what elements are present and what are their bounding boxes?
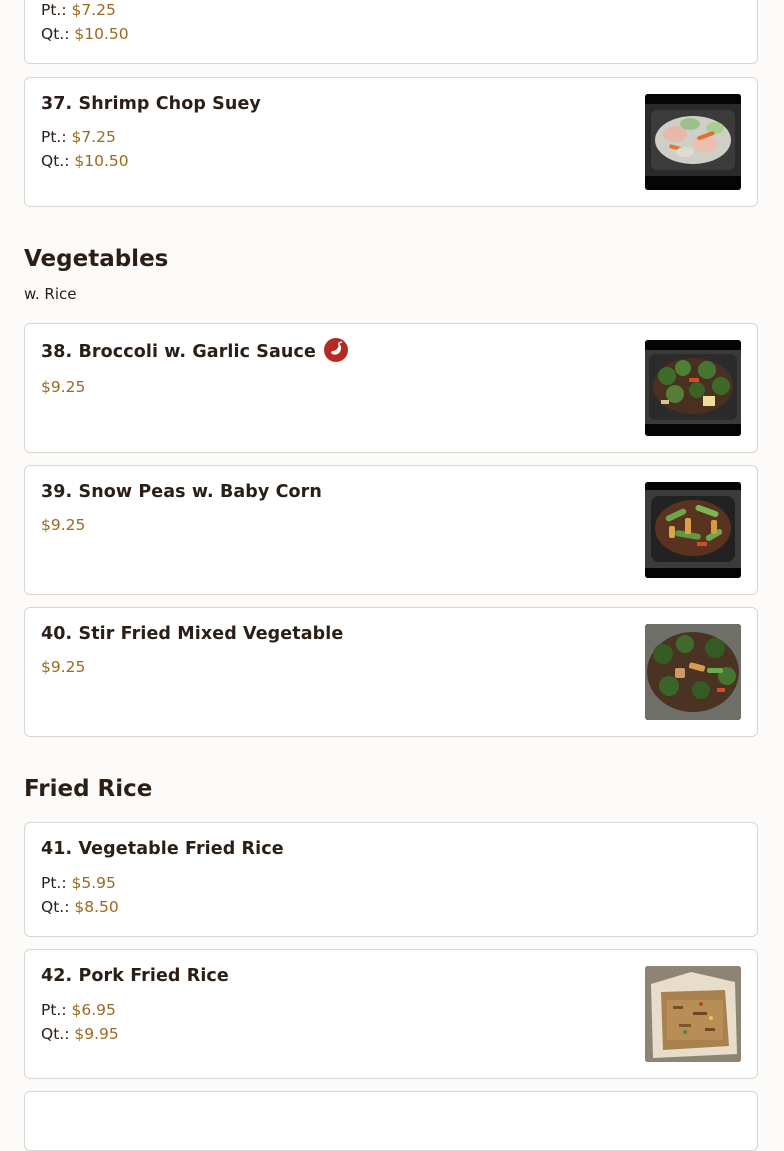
pint-label: Pt.: — [41, 1001, 67, 1019]
item-title: 40. Stir Fried Mixed Vegetable — [41, 624, 344, 644]
quart-price: $8.50 — [74, 898, 119, 916]
section-subtitle: w. Rice — [24, 285, 77, 303]
item-price: $9.25 — [41, 658, 85, 676]
menu-item-card[interactable]: 39. Snow Peas w. Baby Corn $9.25 — [24, 465, 758, 595]
pint-price: $7.25 — [71, 1, 116, 19]
pint-price-line: Pt.: $5.95 — [41, 874, 116, 892]
quart-label: Qt.: — [41, 1025, 70, 1043]
quart-price-line: Qt.: $8.50 — [41, 898, 119, 916]
menu-item-card[interactable]: 42. Pork Fried Rice Pt.: $6.95 Qt.: $9.9… — [24, 949, 758, 1079]
broccoli-garlic-sauce-photo[interactable] — [645, 340, 741, 436]
pint-label: Pt.: — [41, 128, 67, 146]
quart-label: Qt.: — [41, 152, 70, 170]
spicy-pepper-icon — [323, 338, 348, 362]
menu-item-card[interactable]: 38. Broccoli w. Garlic Sauce $9.25 — [24, 323, 758, 453]
pint-price: $7.25 — [71, 128, 116, 146]
stir-fried-mixed-vegetable-photo[interactable] — [645, 624, 741, 720]
quart-price-line: Qt.: $10.50 — [41, 25, 129, 43]
quart-price-line: Qt.: $9.95 — [41, 1025, 119, 1043]
menu-item-card[interactable]: 41. Vegetable Fried Rice Pt.: $5.95 Qt.:… — [24, 822, 758, 937]
quart-price: $9.95 — [74, 1025, 119, 1043]
price-value: $9.25 — [41, 516, 86, 534]
section-title-fried-rice: Fried Rice — [24, 776, 153, 802]
pork-fried-rice-photo[interactable] — [645, 966, 741, 1062]
snow-peas-baby-corn-photo[interactable] — [645, 482, 741, 578]
item-price: $9.25 — [41, 516, 85, 534]
menu-item-card[interactable]: Pt.: $7.25 Qt.: $10.50 — [24, 0, 758, 64]
shrimp-chop-suey-photo[interactable] — [645, 94, 741, 190]
item-title: 42. Pork Fried Rice — [41, 966, 229, 986]
quart-label: Qt.: — [41, 898, 70, 916]
pint-price: $5.95 — [71, 874, 116, 892]
pint-price-line: Pt.: $7.25 — [41, 128, 116, 146]
section-title-vegetables: Vegetables — [24, 246, 169, 272]
pint-price-line: Pt.: $7.25 — [41, 1, 116, 19]
item-title: 41. Vegetable Fried Rice — [41, 839, 284, 859]
item-title: 38. Broccoli w. Garlic Sauce — [41, 338, 348, 364]
menu-item-card[interactable]: 40. Stir Fried Mixed Vegetable $9.25 — [24, 607, 758, 737]
price-value: $9.25 — [41, 378, 86, 396]
item-title: 39. Snow Peas w. Baby Corn — [41, 482, 322, 502]
item-title-text: 38. Broccoli w. Garlic Sauce — [41, 342, 316, 362]
pint-label: Pt.: — [41, 1, 67, 19]
quart-price: $10.50 — [74, 25, 129, 43]
quart-label: Qt.: — [41, 25, 70, 43]
price-value: $9.25 — [41, 658, 86, 676]
item-price: $9.25 — [41, 378, 85, 396]
pint-price-line: Pt.: $6.95 — [41, 1001, 116, 1019]
quart-price: $10.50 — [74, 152, 129, 170]
pint-price: $6.95 — [71, 1001, 116, 1019]
item-title: 37. Shrimp Chop Suey — [41, 94, 261, 114]
menu-item-card[interactable] — [24, 1091, 758, 1151]
menu-item-card[interactable]: 37. Shrimp Chop Suey Pt.: $7.25 Qt.: $10… — [24, 77, 758, 207]
quart-price-line: Qt.: $10.50 — [41, 152, 129, 170]
pint-label: Pt.: — [41, 874, 67, 892]
